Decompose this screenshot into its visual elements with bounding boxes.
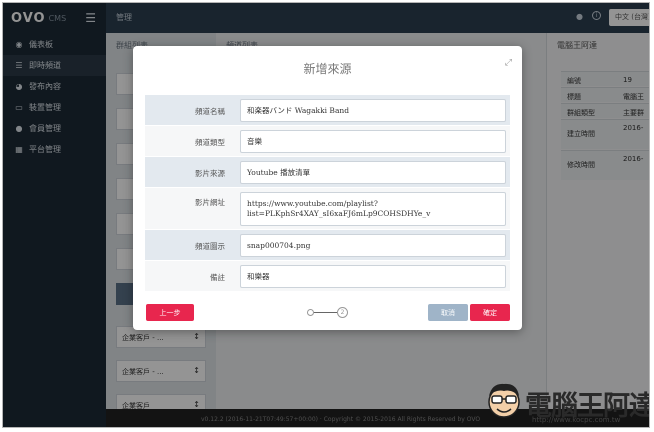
mascot-face-icon	[488, 383, 520, 418]
form-row-video-source: 影片來源 Youtube 播放清單	[145, 157, 510, 188]
video-source-label: 影片來源	[195, 169, 225, 178]
confirm-button[interactable]: 確定	[470, 304, 510, 321]
add-source-dialog: 新增來源 ⤢ 頻道名稱 和楽器バンド Wagakki Band 頻道類型 音樂 …	[133, 46, 522, 330]
notes-label: 備註	[210, 273, 225, 282]
video-url-input[interactable]: https://www.youtube.com/playlist? list=P…	[240, 192, 506, 226]
notes-input[interactable]: 和樂器	[240, 265, 506, 288]
channel-type-label: 頻道類型	[195, 138, 225, 147]
video-url-line: list=PLKphSr4XAY_sI6xaFJ6mLp9COHSDHYe_v	[247, 209, 431, 218]
form-row-channel-name: 頻道名稱 和楽器バンド Wagakki Band	[145, 95, 510, 126]
form-row-channel-icon: 頻道圖示 snap000704.png	[145, 230, 510, 261]
expand-icon[interactable]: ⤢	[505, 58, 512, 68]
channel-icon-input[interactable]: snap000704.png	[240, 234, 506, 257]
video-source-select[interactable]: Youtube 播放清單	[240, 161, 506, 184]
video-url-line: https://www.youtube.com/playlist?	[247, 199, 378, 208]
form-row-notes: 備註 和樂器	[145, 261, 510, 292]
watermark-url: http://www.kocpc.com.tw	[532, 416, 621, 424]
previous-step-button[interactable]: 上一步	[146, 304, 194, 321]
video-url-label: 影片網址	[195, 198, 225, 207]
source-form: 頻道名稱 和楽器バンド Wagakki Band 頻道類型 音樂 影片來源 Yo…	[145, 95, 510, 292]
step-indicator: 2	[307, 307, 349, 319]
dialog-title: 新增來源	[303, 62, 352, 76]
app-window: OVO CMS ☰ ◉ 儀表板 ☰ 即時頻道 ◕ 發布內容 ▭ 裝置管理 ● 會…	[2, 2, 650, 428]
step-number: 2	[337, 307, 348, 318]
step-dot	[307, 309, 314, 316]
cancel-button[interactable]: 取消	[428, 304, 468, 321]
channel-icon-label: 頻道圖示	[195, 242, 225, 251]
step-line	[314, 312, 337, 313]
channel-name-input[interactable]: 和楽器バンド Wagakki Band	[240, 99, 506, 122]
channel-name-label: 頻道名稱	[195, 107, 225, 116]
channel-type-select[interactable]: 音樂	[240, 130, 506, 153]
form-row-channel-type: 頻道類型 音樂	[145, 126, 510, 157]
form-row-video-url: 影片網址 https://www.youtube.com/playlist? l…	[145, 188, 510, 230]
